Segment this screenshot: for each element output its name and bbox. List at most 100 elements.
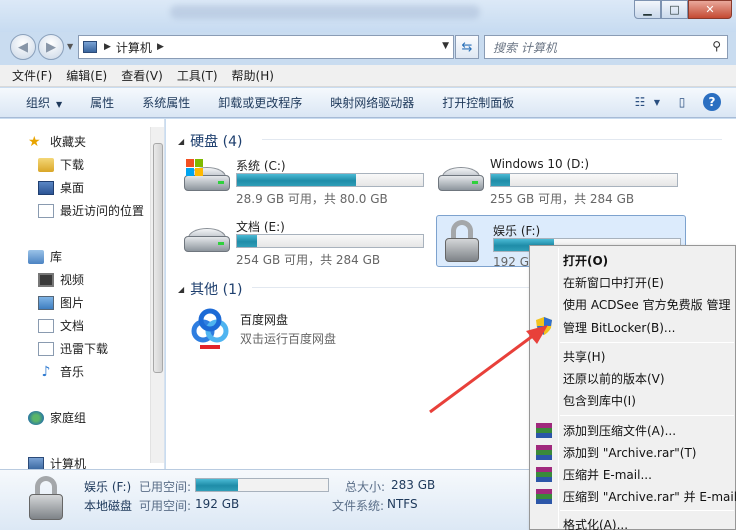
document-library-icon — [38, 318, 54, 333]
bitlocker-padlock-icon — [445, 220, 479, 264]
menu-item-include-in-library[interactable]: 包含到库中(I) — [563, 392, 636, 409]
system-properties-button[interactable]: 系统属性 — [142, 94, 190, 111]
detail-fs-label: 文件系统: — [332, 499, 385, 513]
collapse-triangle-icon[interactable]: ◢ — [178, 137, 184, 146]
menu-item-share[interactable]: 共享(H) — [563, 348, 605, 365]
collapse-triangle-icon[interactable]: ◢ — [178, 285, 184, 294]
refresh-button[interactable]: ⇆ — [455, 35, 479, 59]
bitlocker-padlock-icon — [26, 476, 66, 526]
detail-drive-name: 娱乐 (F:) — [84, 480, 132, 494]
navigation-pane: ★ 收藏夹 下载 桌面 最近访问的位置 库 视频 图片 文档 迅雷下载 ♪ 音乐 家… — [0, 119, 165, 471]
nav-libraries[interactable]: 库 — [28, 248, 62, 265]
search-icon[interactable]: ⚲ — [712, 39, 721, 53]
menu-tools[interactable]: 工具(T) — [177, 67, 218, 84]
menu-item-compress-rar-and-email[interactable]: 压缩到 "Archive.rar" 并 E-mail — [563, 488, 736, 505]
organize-button[interactable]: 组织 ▼ — [26, 94, 62, 111]
menu-file[interactable]: 文件(F) — [12, 67, 52, 84]
breadcrumb-arrow-icon[interactable]: ▶ — [157, 42, 164, 52]
drive-space-info: 192 G — [493, 255, 530, 269]
preview-pane-icon[interactable]: ▯ — [672, 93, 692, 111]
nav-videos[interactable]: 视频 — [38, 271, 84, 288]
recent-places-icon — [38, 203, 54, 218]
group-divider — [262, 139, 722, 140]
drive-e[interactable]: 文档 (E:) 254 GB 可用，共 284 GB — [180, 212, 430, 267]
search-placeholder: 搜索 计算机 — [493, 41, 557, 55]
nav-favorites[interactable]: ★ 收藏夹 — [28, 133, 86, 150]
menu-separator — [560, 342, 734, 343]
title-bar: ▁ □ ✕ — [0, 0, 736, 32]
uninstall-program-button[interactable]: 卸载或更改程序 — [218, 94, 302, 111]
help-button[interactable]: ? — [702, 93, 722, 111]
nav-downloads[interactable]: 下载 — [38, 156, 84, 173]
menu-item-manage-bitlocker[interactable]: 管理 BitLocker(B)... — [563, 319, 675, 336]
drive-c[interactable]: 系统 (C:) 28.9 GB 可用，共 80.0 GB — [180, 151, 430, 206]
address-dropdown-icon[interactable]: ▼ — [442, 41, 449, 51]
capacity-bar — [236, 173, 424, 187]
winrar-icon — [536, 423, 552, 438]
menu-item-format[interactable]: 格式化(A)... — [563, 516, 628, 530]
open-control-panel-button[interactable]: 打开控制面板 — [442, 94, 514, 111]
breadcrumb-arrow-icon[interactable]: ▶ — [104, 42, 111, 52]
nav-homegroup[interactable]: 家庭组 — [28, 409, 86, 426]
menu-item-add-to-archive-rar[interactable]: 添加到 "Archive.rar"(T) — [563, 444, 696, 461]
drive-space-info: 255 GB 可用，共 284 GB — [490, 192, 635, 206]
detail-used-label: 已用空间: — [139, 480, 192, 494]
picture-library-icon — [38, 295, 54, 310]
detail-capacity-bar — [195, 478, 329, 492]
menu-item-open[interactable]: 打开(O) — [563, 252, 608, 269]
nav-documents[interactable]: 文档 — [38, 317, 84, 334]
winrar-icon — [536, 489, 552, 504]
menu-item-open-new-window[interactable]: 在新窗口中打开(E) — [563, 274, 664, 291]
menu-edit[interactable]: 编辑(E) — [66, 67, 107, 84]
breadcrumb-computer[interactable]: 计算机 — [116, 39, 152, 56]
close-button[interactable]: ✕ — [688, 0, 732, 19]
nav-scrollbar[interactable] — [150, 127, 164, 463]
back-button[interactable]: ◀ — [10, 34, 36, 60]
nav-desktop[interactable]: 桌面 — [38, 179, 84, 196]
menu-item-acdsee[interactable]: 使用 ACDSee 官方免费版 管理 — [563, 296, 730, 313]
menu-item-compress-and-email[interactable]: 压缩并 E-mail... — [563, 466, 652, 483]
group-header-hard-disks[interactable]: ◢ 硬盘 (4) — [178, 131, 242, 151]
menu-gutter — [558, 248, 559, 528]
music-note-icon: ♪ — [41, 363, 51, 380]
menu-view[interactable]: 查看(V) — [121, 67, 163, 84]
hard-drive-icon — [184, 159, 230, 195]
minimize-button[interactable]: ▁ — [634, 0, 661, 19]
view-options-icon[interactable]: ☷ — [630, 93, 650, 111]
recent-pages-dropdown[interactable]: ▼ — [67, 42, 73, 51]
nav-thunder-downloads[interactable]: 迅雷下载 — [38, 340, 108, 357]
menu-item-add-to-archive[interactable]: 添加到压缩文件(A)... — [563, 422, 676, 439]
detail-free-label: 可用空间: — [139, 499, 192, 513]
group-header-other[interactable]: ◢ 其他 (1) — [178, 279, 242, 299]
view-dropdown-icon[interactable]: ▼ — [652, 93, 662, 111]
map-network-drive-button[interactable]: 映射网络驱动器 — [330, 94, 414, 111]
nav-recent-places[interactable]: 最近访问的位置 — [38, 202, 144, 219]
drive-name: Windows 10 (D:) — [490, 157, 590, 171]
menu-separator — [560, 415, 734, 416]
command-toolbar: 组织 ▼ 属性 系统属性 卸载或更改程序 映射网络驱动器 打开控制面板 ☷ ▼ ▯… — [0, 88, 736, 118]
drive-d[interactable]: Windows 10 (D:) 255 GB 可用，共 284 GB — [434, 151, 684, 206]
thunder-download-icon — [38, 341, 54, 356]
navigation-row: ◀ ▶ ▼ ▶ 计算机 ▶ ▼ ⇆ 搜索 计算机 ⚲ — [0, 32, 736, 62]
homegroup-icon — [28, 410, 44, 425]
search-input[interactable]: 搜索 计算机 ⚲ — [484, 35, 728, 59]
downloads-folder-icon — [38, 157, 54, 172]
library-icon — [28, 249, 44, 264]
detail-total-label: 总大小: — [345, 480, 386, 494]
menu-separator — [560, 510, 734, 511]
nav-music[interactable]: ♪ 音乐 — [38, 363, 84, 380]
forward-button[interactable]: ▶ — [38, 34, 64, 60]
drive-name: 娱乐 (F:) — [493, 224, 541, 238]
app-name[interactable]: 百度网盘 — [240, 311, 288, 328]
drive-space-info: 28.9 GB 可用，共 80.0 GB — [236, 192, 388, 206]
menu-help[interactable]: 帮助(H) — [232, 67, 274, 84]
address-bar[interactable]: ▶ 计算机 ▶ ▼ — [78, 35, 454, 59]
maximize-button[interactable]: □ — [661, 0, 688, 19]
menu-item-restore-versions[interactable]: 还原以前的版本(V) — [563, 370, 665, 387]
detail-free-value: 192 GB — [195, 497, 240, 511]
nav-pictures[interactable]: 图片 — [38, 294, 84, 311]
baidu-netdisk-icon[interactable] — [186, 305, 234, 353]
nav-scrollbar-thumb[interactable] — [153, 143, 163, 373]
uac-shield-icon — [536, 317, 552, 335]
properties-button[interactable]: 属性 — [90, 94, 114, 111]
